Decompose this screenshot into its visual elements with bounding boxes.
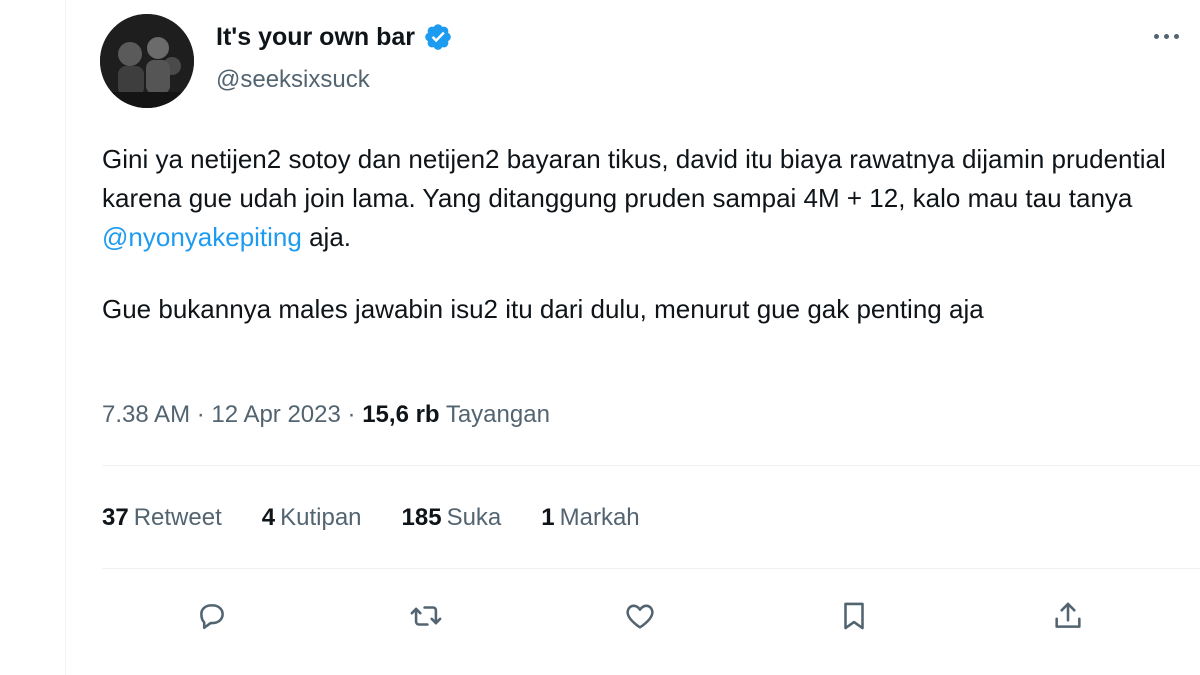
likes-label: Suka <box>446 504 502 531</box>
action-bar <box>102 586 1192 646</box>
bookmarks-stat[interactable]: 1 Markah <box>541 504 639 532</box>
like-icon[interactable] <box>610 586 670 646</box>
tweet-text-part: aja. <box>301 222 352 252</box>
retweets-label: Retweet <box>133 504 222 531</box>
tweet-paragraph-1: Gini ya netijen2 sotoy dan netijen2 baya… <box>102 140 1192 257</box>
tweet-date[interactable]: 12 Apr 2023 <box>211 401 340 428</box>
divider <box>102 568 1200 569</box>
author-name-row: It's your own bar <box>216 22 453 52</box>
bookmarks-count: 1 <box>541 504 555 531</box>
meta-separator: · <box>347 401 356 428</box>
left-gutter <box>0 0 66 675</box>
bookmark-icon[interactable] <box>824 586 884 646</box>
tweet-time[interactable]: 7.38 AM <box>102 401 190 428</box>
reply-icon[interactable] <box>182 586 242 646</box>
views-label: Tayangan <box>445 401 550 428</box>
avatar[interactable] <box>100 14 194 108</box>
bookmarks-label: Markah <box>559 504 640 531</box>
retweet-icon[interactable] <box>396 586 456 646</box>
likes-stat[interactable]: 185 Suka <box>402 504 502 532</box>
more-icon[interactable] <box>1146 26 1186 46</box>
likes-count: 185 <box>401 504 442 531</box>
meta-separator: · <box>196 401 205 428</box>
retweets-stat[interactable]: 37 Retweet <box>102 504 222 532</box>
tweet-paragraph-2: Gue bukannya males jawabin isu2 itu dari… <box>102 294 984 324</box>
quotes-label: Kutipan <box>280 504 362 531</box>
quotes-count: 4 <box>261 504 276 531</box>
views-count: 15,6 rb <box>362 401 440 428</box>
display-name[interactable]: It's your own bar <box>216 23 415 52</box>
share-icon[interactable] <box>1038 586 1098 646</box>
quotes-stat[interactable]: 4 Kutipan <box>262 504 362 532</box>
author-handle[interactable]: @seeksixsuck <box>216 66 370 94</box>
tweet-text: Gini ya netijen2 sotoy dan netijen2 baya… <box>102 140 1192 362</box>
tweet-text-part: Gini ya netijen2 sotoy dan netijen2 baya… <box>102 144 1166 213</box>
divider <box>102 465 1200 466</box>
tweet-meta: 7.38 AM · 12 Apr 2023 · 15,6 rb Tayangan <box>102 401 550 429</box>
engagement-stats: 37 Retweet 4 Kutipan 185 Suka 1 Markah <box>102 504 640 532</box>
verified-badge-icon <box>423 22 453 52</box>
mention-link[interactable]: @nyonyakepiting <box>102 222 302 252</box>
retweets-count: 37 <box>102 504 129 531</box>
tweet-card: It's your own bar @seeksixsuck Gini ya n… <box>68 0 1200 675</box>
